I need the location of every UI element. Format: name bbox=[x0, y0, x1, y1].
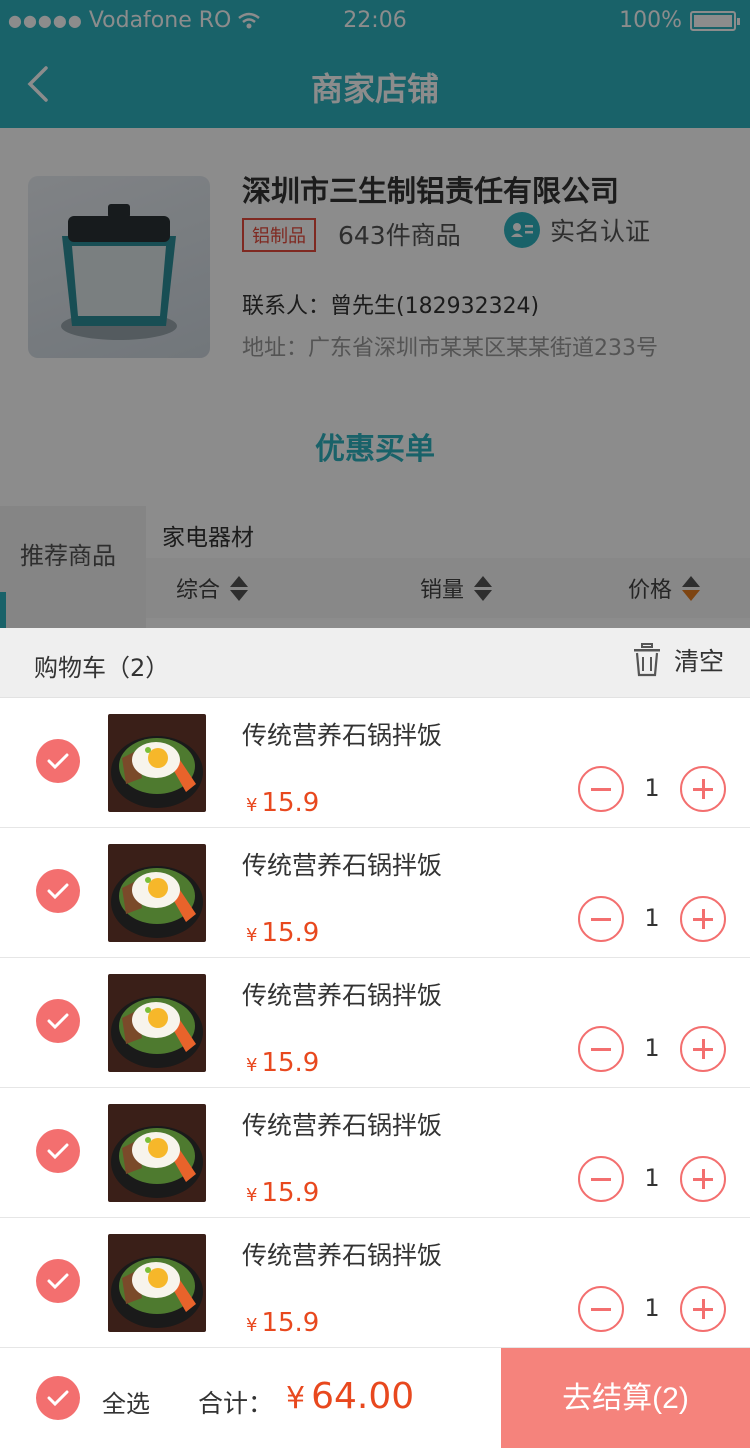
item-name: 传统营养石锅拌饭 bbox=[242, 1111, 443, 1140]
item-price: ¥15.9 bbox=[246, 1178, 319, 1208]
item-price: ¥15.9 bbox=[246, 1308, 319, 1338]
select-all-checkbox[interactable] bbox=[36, 1376, 80, 1420]
cart-item: 传统营养石锅拌饭 ¥15.9 1 bbox=[0, 1088, 750, 1218]
item-checkbox[interactable] bbox=[36, 1259, 80, 1303]
item-quantity: 1 bbox=[644, 904, 660, 932]
trash-icon bbox=[633, 643, 660, 677]
total-label: 合计： bbox=[198, 1389, 274, 1418]
cart-header: 购物车（2） 清空 bbox=[0, 628, 750, 698]
total-amount: ¥64.00 bbox=[286, 1376, 414, 1417]
item-checkbox[interactable] bbox=[36, 869, 80, 913]
cart-item: 传统营养石锅拌饭 ¥15.9 1 bbox=[0, 828, 750, 958]
item-price-value: 15.9 bbox=[261, 788, 320, 818]
item-price: ¥15.9 bbox=[246, 1048, 319, 1078]
item-price-value: 15.9 bbox=[261, 1048, 320, 1078]
item-price: ¥15.9 bbox=[246, 918, 319, 948]
clear-label: 清空 bbox=[673, 647, 724, 676]
item-quantity: 1 bbox=[644, 774, 660, 802]
item-checkbox[interactable] bbox=[36, 999, 80, 1043]
cart-item: 传统营养石锅拌饭 ¥15.9 1 bbox=[0, 958, 750, 1088]
item-checkbox[interactable] bbox=[36, 1129, 80, 1173]
item-image bbox=[108, 1234, 206, 1332]
item-price-value: 15.9 bbox=[261, 1178, 320, 1208]
item-currency: ¥ bbox=[246, 1315, 258, 1336]
select-all-label: 全选 bbox=[102, 1390, 150, 1418]
item-image bbox=[108, 714, 206, 812]
increase-quantity-button[interactable] bbox=[680, 1156, 726, 1202]
checkout-bar: 全选 合计： ¥64.00 去结算(2) bbox=[0, 1347, 750, 1448]
decrease-quantity-button[interactable] bbox=[578, 1286, 624, 1332]
checkout-button[interactable]: 去结算(2) bbox=[501, 1348, 750, 1448]
item-name: 传统营养石锅拌饭 bbox=[242, 721, 443, 750]
decrease-quantity-button[interactable] bbox=[578, 1156, 624, 1202]
item-quantity: 1 bbox=[644, 1164, 660, 1192]
item-quantity: 1 bbox=[644, 1294, 660, 1322]
item-image bbox=[108, 1104, 206, 1202]
item-image bbox=[108, 844, 206, 942]
item-currency: ¥ bbox=[246, 925, 258, 946]
clear-cart-button[interactable]: 清空 bbox=[632, 642, 724, 678]
item-name: 传统营养石锅拌饭 bbox=[242, 1241, 443, 1270]
item-quantity: 1 bbox=[644, 1034, 660, 1062]
cart-item: 传统营养石锅拌饭 ¥15.9 1 bbox=[0, 1218, 750, 1348]
check-icon bbox=[47, 1013, 69, 1030]
decrease-quantity-button[interactable] bbox=[578, 896, 624, 942]
decrease-quantity-button[interactable] bbox=[578, 1026, 624, 1072]
item-price-value: 15.9 bbox=[261, 1308, 320, 1338]
check-icon bbox=[47, 1390, 69, 1407]
item-image bbox=[108, 974, 206, 1072]
item-name: 传统营养石锅拌饭 bbox=[242, 981, 443, 1010]
total-currency: ¥ bbox=[286, 1381, 306, 1416]
increase-quantity-button[interactable] bbox=[680, 1026, 726, 1072]
check-icon bbox=[47, 1143, 69, 1160]
cart-title: 购物车（2） bbox=[34, 654, 170, 682]
check-icon bbox=[47, 883, 69, 900]
decrease-quantity-button[interactable] bbox=[578, 766, 624, 812]
total-value: 64.00 bbox=[311, 1376, 415, 1417]
increase-quantity-button[interactable] bbox=[680, 896, 726, 942]
item-currency: ¥ bbox=[246, 1055, 258, 1076]
cart-item: 传统营养石锅拌饭 ¥15.9 1 bbox=[0, 698, 750, 828]
check-icon bbox=[47, 753, 69, 770]
item-name: 传统营养石锅拌饭 bbox=[242, 851, 443, 880]
item-checkbox[interactable] bbox=[36, 739, 80, 783]
increase-quantity-button[interactable] bbox=[680, 1286, 726, 1332]
item-price: ¥15.9 bbox=[246, 788, 319, 818]
modal-backdrop[interactable] bbox=[0, 0, 750, 628]
check-icon bbox=[47, 1273, 69, 1290]
cart-list[interactable]: 传统营养石锅拌饭 ¥15.9 1 传统营养石锅拌饭 ¥ 15.9 1 传统营养石… bbox=[0, 698, 750, 1348]
item-price-value: 15.9 bbox=[261, 918, 320, 948]
increase-quantity-button[interactable] bbox=[680, 766, 726, 812]
item-currency: ¥ bbox=[246, 795, 258, 816]
item-currency: ¥ bbox=[246, 1185, 258, 1206]
